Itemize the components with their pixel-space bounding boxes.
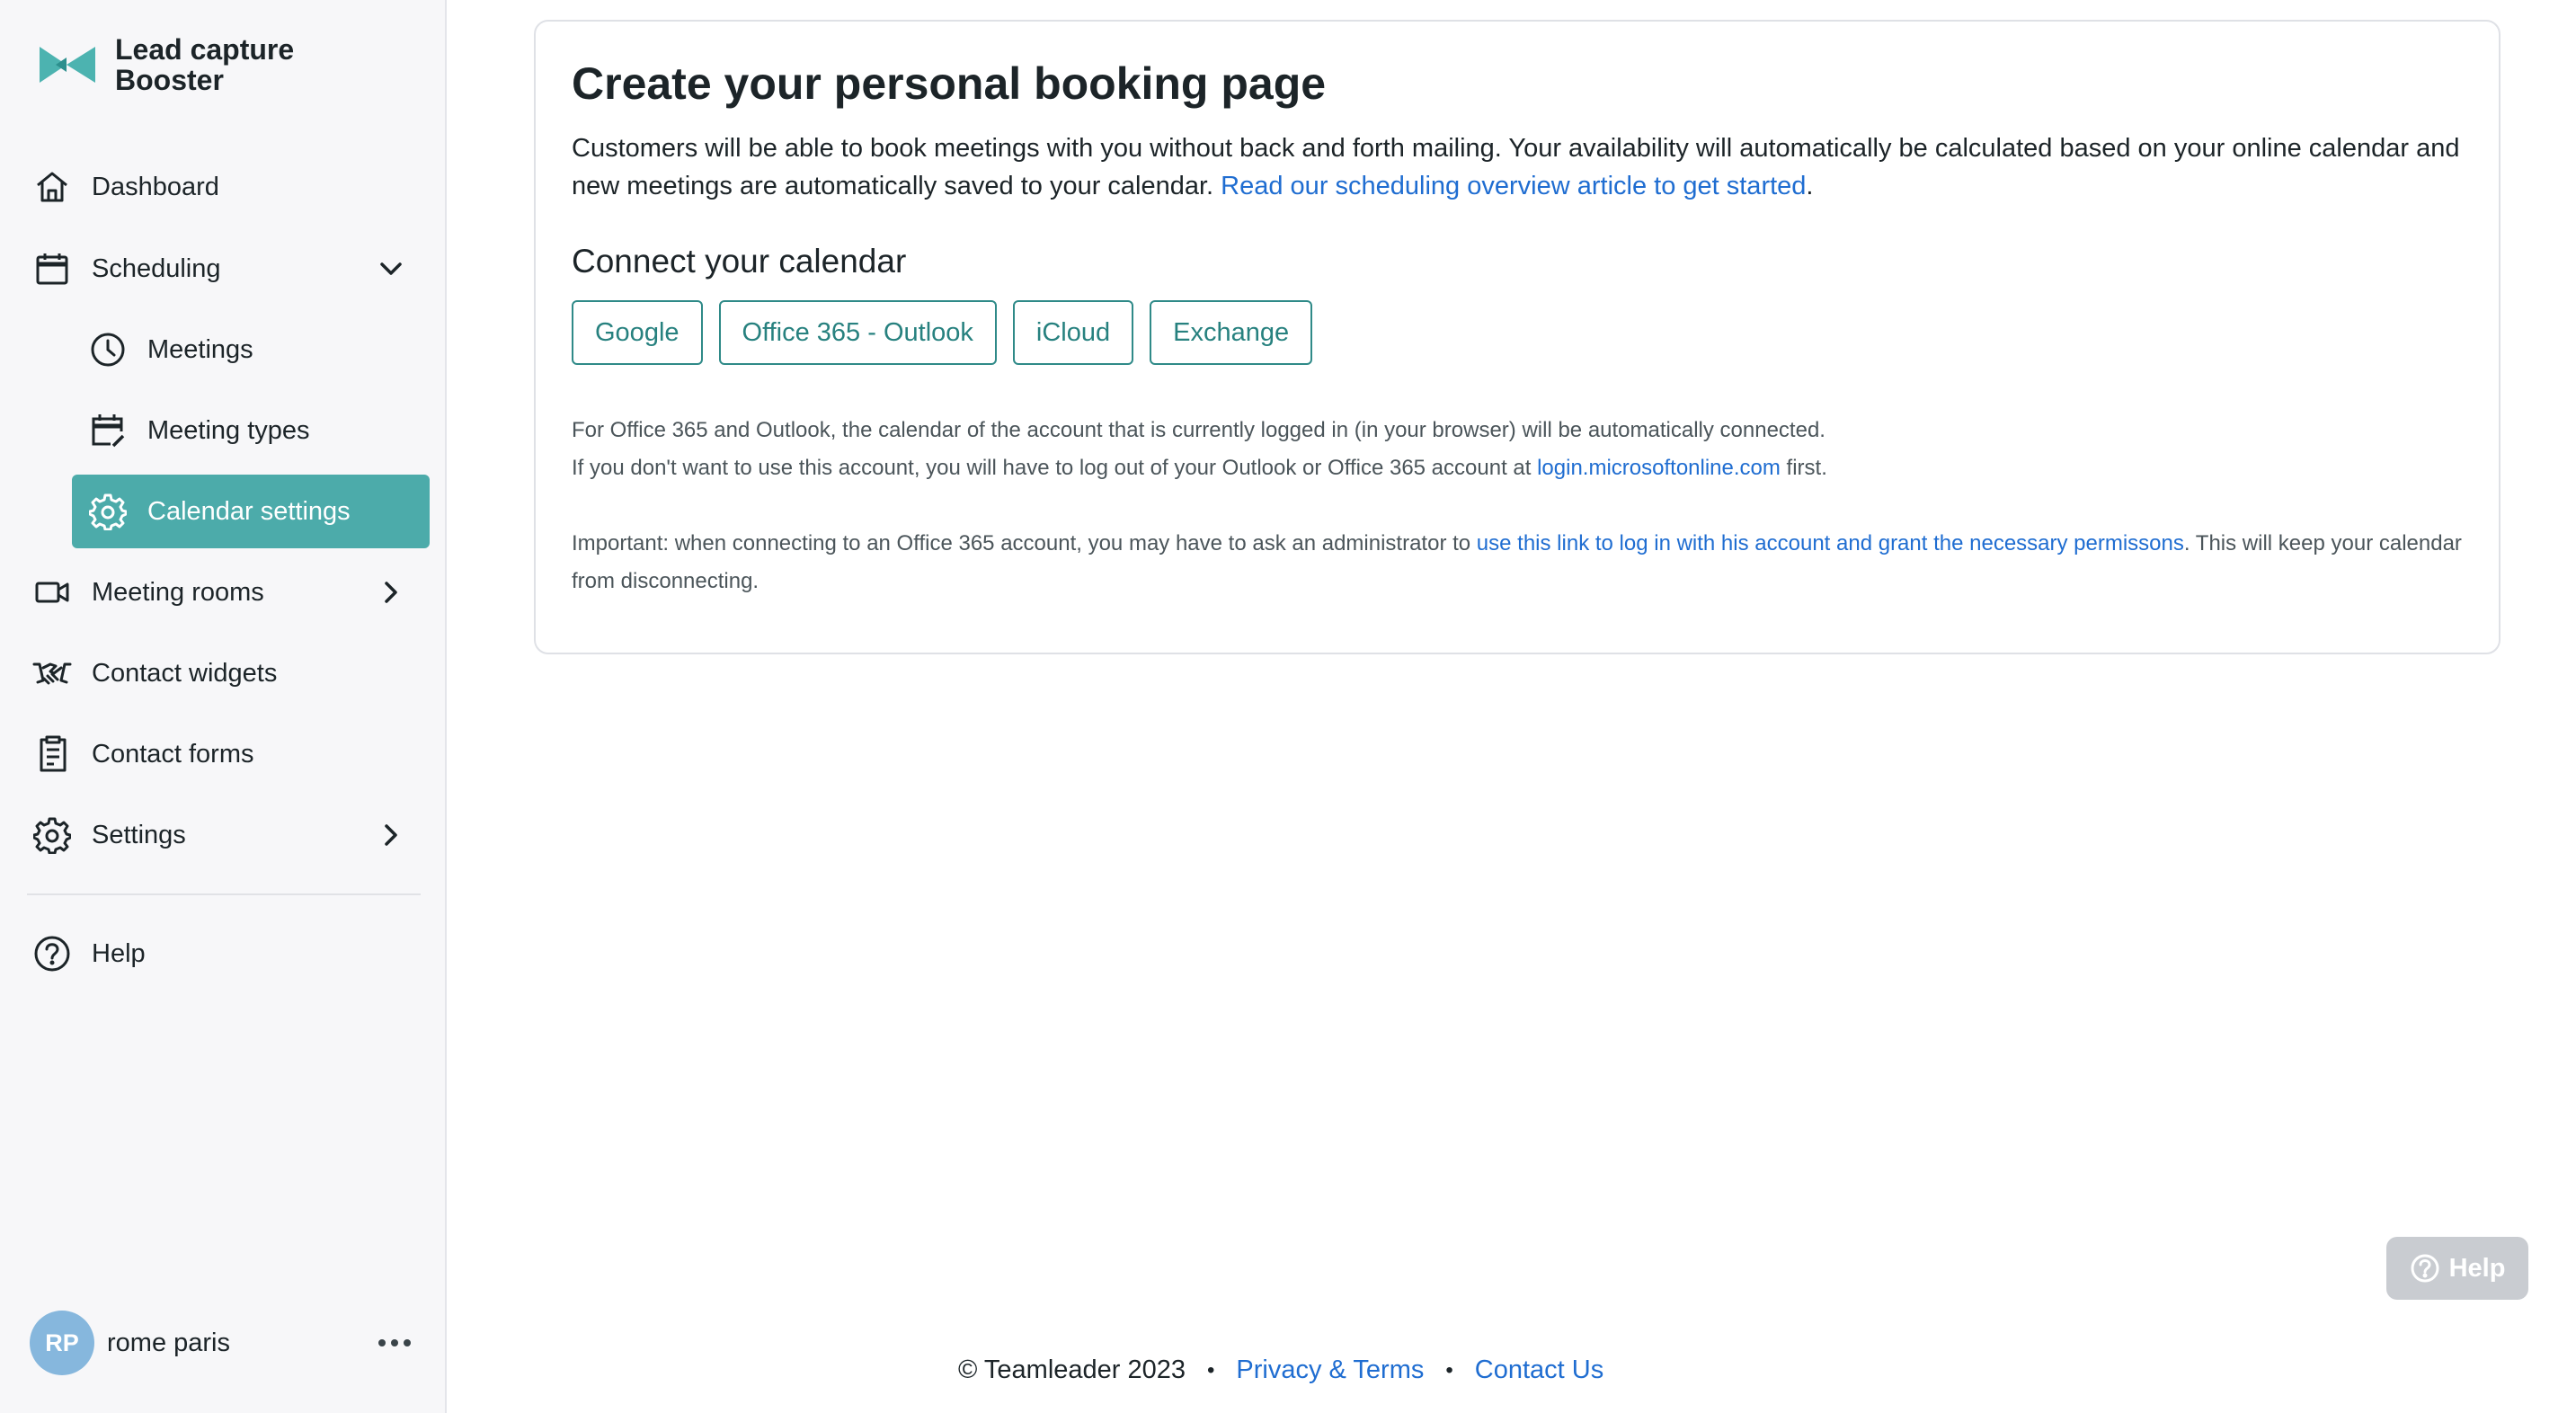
sidebar-item-label: Meetings	[147, 334, 253, 364]
sidebar: Lead capture Booster Dashboard Schedulin…	[0, 0, 447, 1413]
icloud-button[interactable]: iCloud	[1012, 300, 1134, 365]
exchange-button[interactable]: Exchange	[1150, 300, 1313, 365]
scheduling-overview-link[interactable]: Read our scheduling overview article to …	[1221, 172, 1806, 200]
gear-icon	[32, 815, 72, 855]
page-title: Create your personal booking page	[572, 58, 1327, 109]
footer: © Teamleader 2023 • Privacy & Terms • Co…	[958, 1355, 1603, 1385]
sidebar-item-settings[interactable]: Settings	[27, 798, 430, 872]
office365-outlook-button[interactable]: Office 365 - Outlook	[718, 300, 997, 365]
chevron-right-icon[interactable]	[376, 820, 406, 850]
sidebar-item-calendar-settings[interactable]: Calendar settings	[72, 475, 430, 548]
sidebar-item-scheduling[interactable]: Scheduling	[27, 232, 430, 306]
brand[interactable]: Lead capture Booster	[40, 34, 294, 95]
chevron-right-icon[interactable]	[376, 577, 406, 608]
sidebar-item-label: Contact forms	[92, 739, 254, 769]
booking-page-card: Create your personal booking page Custom…	[534, 20, 2500, 654]
sidebar-item-label: Help	[92, 938, 146, 968]
chevron-down-icon[interactable]	[376, 253, 406, 284]
clock-icon	[88, 330, 128, 369]
sidebar-item-contact-forms[interactable]: Contact forms	[27, 717, 430, 791]
calendar-provider-buttons: Google Office 365 - Outlook iCloud Excha…	[572, 300, 1313, 365]
sidebar-item-label: Scheduling	[92, 253, 221, 283]
sidebar-item-label: Dashboard	[92, 172, 219, 201]
brand-name: Lead capture Booster	[115, 33, 295, 96]
dot-icon	[391, 1339, 398, 1346]
sidebar-item-label: Meeting rooms	[92, 577, 264, 607]
form-icon	[32, 734, 72, 774]
dot-icon	[378, 1339, 386, 1346]
footer-separator: •	[1207, 1357, 1215, 1382]
help-circle-icon	[32, 934, 72, 973]
user-profile[interactable]: RP rome paris	[30, 1311, 425, 1375]
user-name: rome paris	[107, 1328, 230, 1357]
footer-separator: •	[1445, 1357, 1453, 1382]
connect-calendar-heading: Connect your calendar	[572, 243, 907, 280]
help-circle-icon	[2411, 1254, 2439, 1283]
sidebar-item-dashboard[interactable]: Dashboard	[27, 150, 430, 224]
sidebar-item-label: Meeting types	[147, 415, 310, 445]
sidebar-item-label: Calendar settings	[147, 496, 351, 526]
sidebar-item-help[interactable]: Help	[27, 917, 430, 991]
google-button[interactable]: Google	[572, 300, 703, 365]
calendar-edit-icon	[88, 411, 128, 450]
gear-icon	[88, 492, 128, 531]
copyright-text: © Teamleader 2023	[958, 1355, 1186, 1384]
sidebar-item-label: Contact widgets	[92, 658, 278, 688]
home-icon	[32, 167, 72, 207]
admin-consent-link[interactable]: use this link to log in with his account…	[1477, 531, 2184, 555]
brand-logo-icon	[40, 47, 95, 83]
more-options-button[interactable]	[368, 1327, 422, 1359]
admin-permission-note: Important: when connecting to an Office …	[572, 531, 2462, 593]
contact-us-link[interactable]: Contact Us	[1475, 1355, 1603, 1385]
sidebar-divider	[27, 893, 421, 895]
sidebar-item-meeting-rooms[interactable]: Meeting rooms	[27, 555, 430, 629]
sidebar-item-meetings[interactable]: Meetings	[72, 313, 430, 387]
sidebar-item-label: Settings	[92, 820, 186, 849]
page-description: Customers will be able to book meetings …	[572, 134, 2460, 200]
sidebar-item-meeting-types[interactable]: Meeting types	[72, 394, 430, 467]
dot-icon	[404, 1339, 411, 1346]
help-widget-button[interactable]: Help	[2386, 1237, 2528, 1300]
avatar: RP	[30, 1311, 94, 1375]
help-widget-label: Help	[2448, 1253, 2506, 1283]
calendar-icon	[32, 249, 72, 289]
video-icon	[32, 573, 72, 612]
microsoft-login-link[interactable]: login.microsoftonline.com	[1537, 456, 1781, 480]
handshake-icon	[32, 653, 72, 693]
sidebar-item-contact-widgets[interactable]: Contact widgets	[27, 636, 430, 710]
privacy-terms-link[interactable]: Privacy & Terms	[1236, 1355, 1424, 1385]
office365-note: For Office 365 and Outlook, the calendar…	[572, 418, 1827, 480]
